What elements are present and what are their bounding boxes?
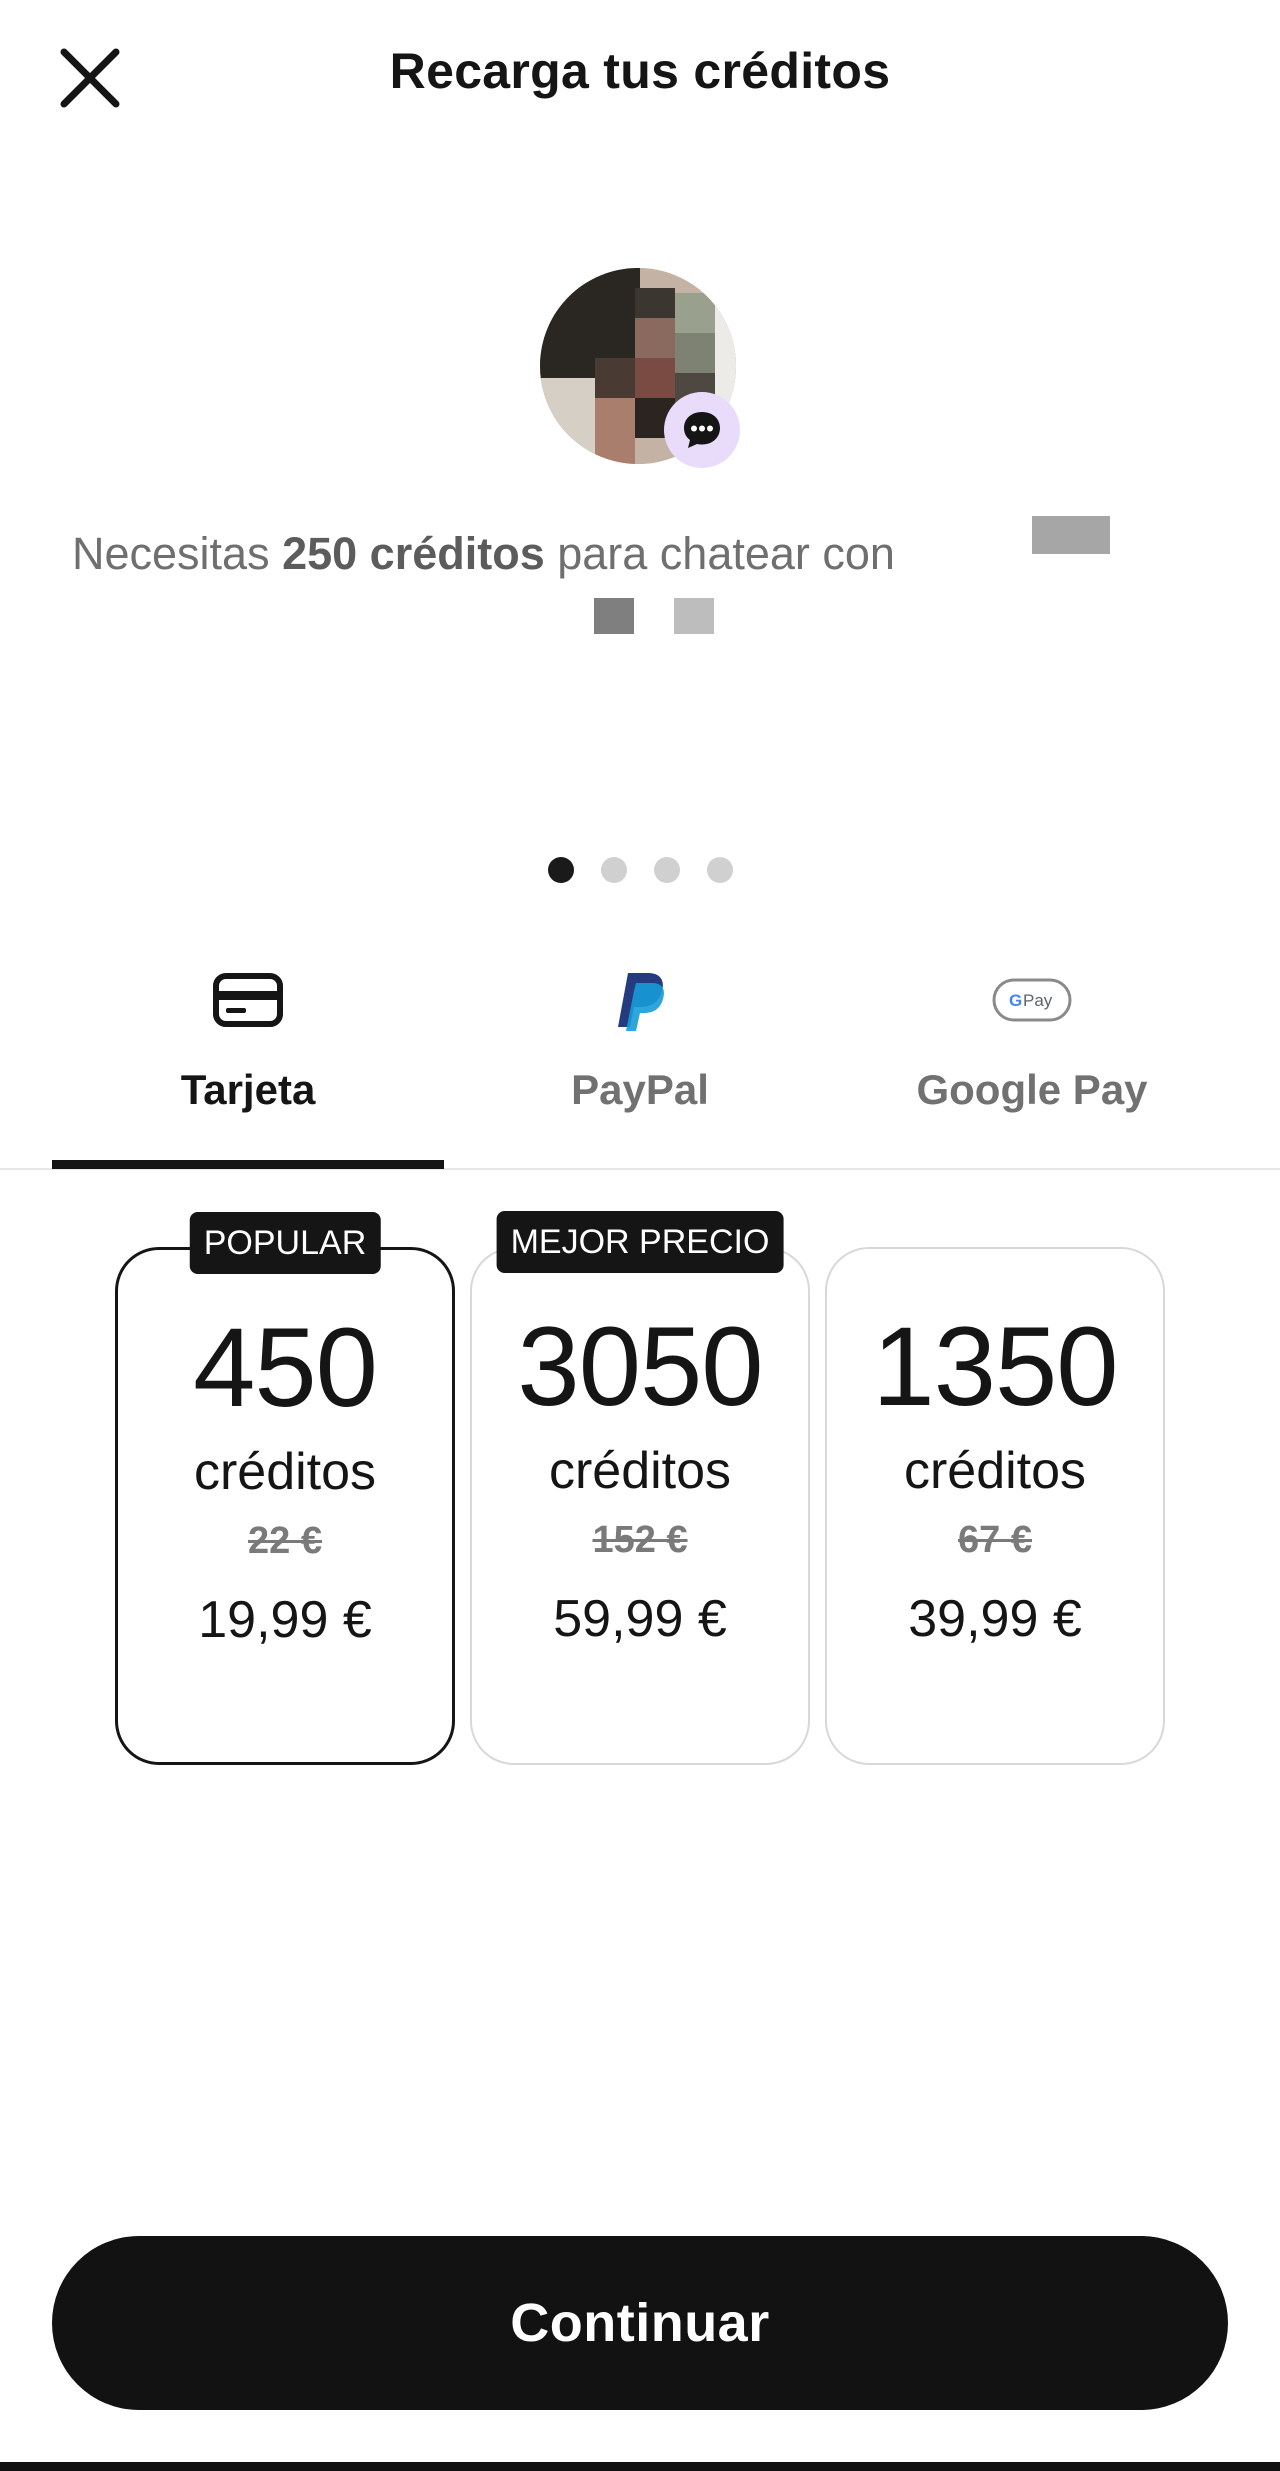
redacted-name — [674, 598, 714, 634]
active-tab-indicator — [52, 1160, 444, 1169]
paypal-icon — [618, 973, 664, 1031]
plan-amount: 450 — [193, 1305, 378, 1430]
redacted-name — [594, 598, 634, 634]
message-suffix: para chatear con — [544, 528, 895, 579]
plan-card[interactable]: 1350 créditos 67 € 39,99 € — [825, 1247, 1165, 1765]
plan-old-price: 67 € — [958, 1519, 1032, 1561]
plan-old-price: 22 € — [248, 1520, 322, 1562]
tab-label: Google Pay — [916, 1066, 1148, 1113]
chat-badge — [664, 392, 740, 468]
page-dot[interactable] — [707, 857, 733, 883]
svg-text:G: G — [1009, 991, 1022, 1010]
continue-button[interactable]: Continuar — [52, 2236, 1228, 2410]
message-prefix: Necesitas — [72, 528, 283, 579]
plan-old-price: 152 € — [592, 1519, 688, 1561]
plan-price: 39,99 € — [908, 1590, 1082, 1648]
plan-unit: créditos — [548, 1442, 732, 1500]
message-credits: 250 créditos — [282, 528, 545, 579]
avatar — [540, 268, 740, 468]
page-dot[interactable] — [601, 857, 627, 883]
tab-label: Tarjeta — [180, 1066, 316, 1113]
tab-card[interactable]: Tarjeta — [52, 950, 444, 1170]
plan-badge: MEJOR PRECIO — [496, 1211, 784, 1273]
plan-amount: 3050 — [517, 1304, 763, 1429]
google-pay-icon: G Pay — [992, 978, 1072, 1022]
page-dot[interactable] — [654, 857, 680, 883]
plan-price: 59,99 € — [553, 1590, 727, 1648]
header: Recarga tus créditos — [0, 0, 1280, 150]
page-dot[interactable] — [548, 857, 574, 883]
chat-bubble-icon — [684, 412, 720, 448]
page-title: Recarga tus créditos — [389, 43, 891, 99]
plan-unit: créditos — [193, 1443, 377, 1501]
plan-badge: POPULAR — [189, 1212, 381, 1274]
plan-price: 19,99 € — [198, 1591, 372, 1649]
bottom-edge — [0, 2462, 1280, 2471]
tab-google-pay[interactable]: G Pay Google Pay — [836, 950, 1228, 1170]
credit-card-icon — [213, 973, 283, 1027]
carousel-pagination — [548, 857, 733, 883]
plan-amount: 1350 — [872, 1304, 1118, 1429]
plan-card[interactable]: MEJOR PRECIO 3050 créditos 152 € 59,99 € — [470, 1211, 810, 1765]
plan-card[interactable]: POPULAR 450 créditos 22 € 19,99 € — [115, 1212, 455, 1765]
credit-plans: POPULAR 450 créditos 22 € 19,99 € MEJOR … — [0, 1211, 1280, 1772]
redacted-name — [1032, 516, 1110, 554]
svg-text:Pay: Pay — [1023, 991, 1053, 1010]
tab-paypal[interactable]: PayPal — [444, 950, 836, 1170]
tab-label: PayPal — [571, 1066, 709, 1113]
credits-needed-message: Necesitas 250 créditos para chatear con — [72, 528, 895, 580]
payment-method-tabs: Tarjeta PayPal G Pay Google Pay — [0, 950, 1280, 1170]
plan-unit: créditos — [903, 1442, 1087, 1500]
